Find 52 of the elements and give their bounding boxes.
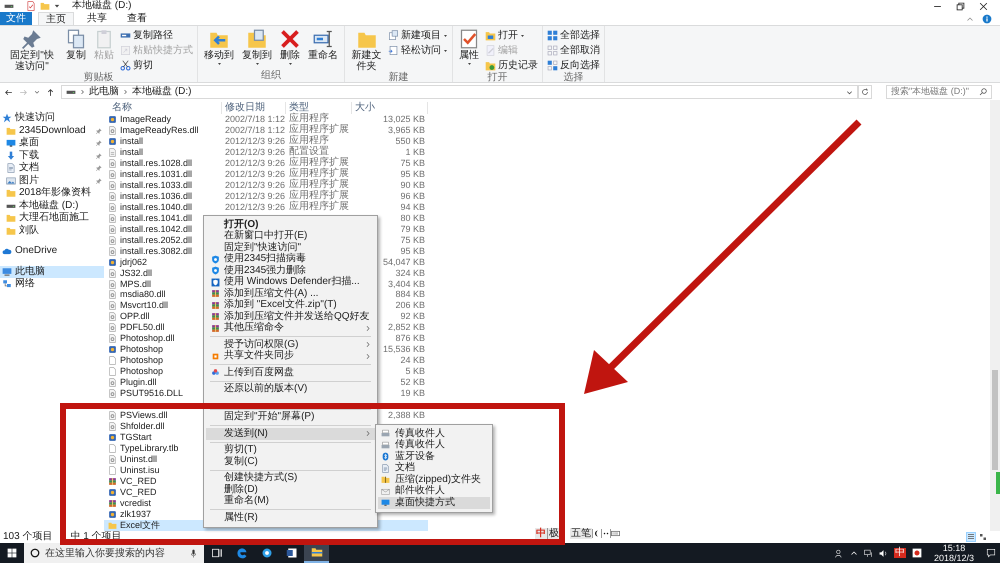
size-cell: 75 KB: [400, 236, 425, 245]
size-cell: 876 KB: [395, 334, 425, 344]
size-cell: 3,404 KB: [388, 280, 425, 289]
group-label: 打开: [486, 72, 508, 84]
date-cell: 2002/7/18 1:12: [225, 114, 286, 124]
date-cell: 2012/12/3 9:26: [225, 136, 286, 146]
size-cell: 1 KB: [405, 148, 425, 157]
date-cell: 2002/7/18 1:12: [225, 126, 286, 135]
size-cell: 75 KB: [400, 158, 425, 168]
group-label: 组织: [260, 70, 282, 82]
size-cell: 96 KB: [400, 192, 425, 201]
size-cell: 2,388 KB: [388, 411, 425, 420]
group-label: 新建: [388, 72, 410, 84]
type-cell: 应用程序扩展: [289, 202, 349, 212]
type-cell: 应用程序扩展: [289, 158, 349, 168]
size-cell: 2,852 KB: [388, 323, 425, 332]
size-cell: 13,025 KB: [382, 114, 425, 124]
size-cell: 92 KB: [400, 312, 425, 322]
size-cell: 15,536 KB: [382, 345, 425, 354]
date-cell: 2012/12/3 9:26: [225, 202, 286, 212]
size-cell: 550 KB: [395, 136, 425, 146]
size-cell: 324 KB: [395, 268, 425, 278]
date-cell: 2012/12/3 9:26: [225, 180, 286, 190]
type-cell: 应用程序扩展: [289, 169, 349, 180]
size-cell: 94 KB: [400, 202, 425, 212]
size-cell: 206 KB: [395, 301, 425, 310]
type-cell: 应用程序扩展: [289, 191, 349, 202]
window-title: 本地磁盘 (D:): [72, 1, 132, 11]
size-cell: 80 KB: [400, 214, 425, 223]
size-cell: 884 KB: [395, 290, 425, 300]
size-cell: 5 KB: [405, 367, 425, 376]
date-cell: 2012/12/3 9:26: [225, 170, 286, 179]
item-count: 103 个项目: [3, 532, 52, 542]
size-cell: 3,965 KB: [388, 126, 425, 135]
date-cell: 2012/12/3 9:26: [225, 148, 286, 157]
size-cell: 79 KB: [400, 224, 425, 234]
size-cell: 54,047 KB: [382, 258, 425, 267]
date-cell: 2012/12/3 9:26: [225, 158, 286, 168]
type-cell: 应用程序: [289, 136, 329, 146]
type-cell: 应用程序扩展: [289, 180, 349, 190]
size-cell: 90 KB: [400, 180, 425, 190]
type-cell: 配置设置: [289, 147, 329, 158]
size-cell: 95 KB: [400, 246, 425, 256]
type-cell: 应用程序: [289, 114, 329, 124]
date-cell: 2012/12/3 9:26: [225, 192, 286, 201]
size-cell: 52 KB: [400, 378, 425, 388]
size-cell: 19 KB: [400, 389, 425, 398]
size-cell: 95 KB: [400, 170, 425, 179]
size-cell: 24 KB: [400, 356, 425, 366]
group-label: 剪贴板: [82, 72, 114, 84]
type-cell: 应用程序扩展: [289, 125, 349, 136]
group-label: 选择: [562, 72, 584, 84]
